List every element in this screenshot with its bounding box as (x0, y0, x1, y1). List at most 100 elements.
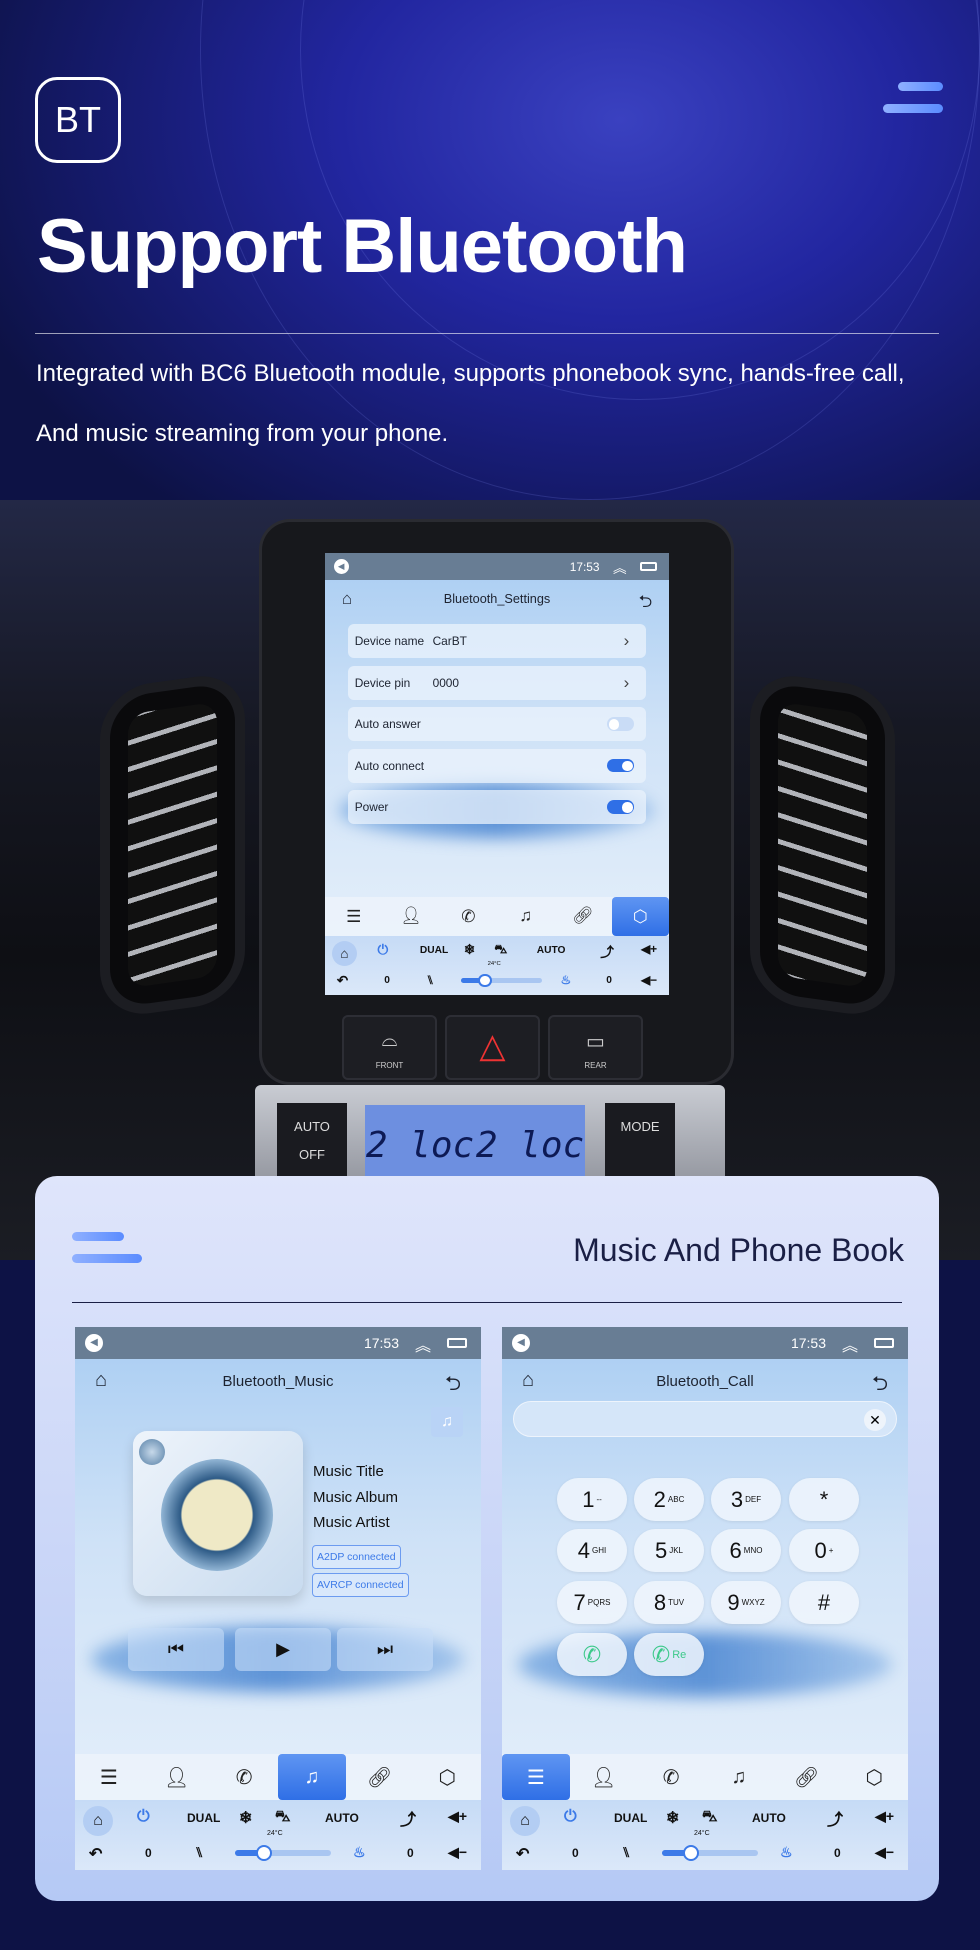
airflow-icon[interactable]: ⤴ (600, 941, 614, 961)
dual-button[interactable]: DUAL (187, 1811, 220, 1825)
home-icon[interactable]: ⌂ (510, 1806, 540, 1836)
nav-tab-link[interactable]: 🔗︎ (773, 1754, 841, 1800)
toggle-switch[interactable] (607, 758, 635, 773)
seat-heat-icon[interactable]: ♨ (561, 973, 572, 987)
back-icon[interactable]: ⮌ (872, 1369, 888, 1403)
nav-tab-apps[interactable]: ☰ (325, 897, 382, 936)
volume-up-icon[interactable]: ◀+ (875, 1808, 894, 1825)
chevron-right-icon[interactable]: › (624, 631, 630, 651)
hamburger-icon[interactable] (883, 82, 943, 126)
volume-down-icon[interactable]: ◀− (641, 973, 657, 987)
auto-button[interactable]: AUTO (325, 1811, 359, 1825)
seat-heat-icon[interactable]: ♨ (353, 1844, 366, 1861)
home-icon[interactable]: ⌂ (83, 1806, 113, 1836)
fan-speed-slider[interactable] (662, 1845, 758, 1861)
settings-row-device-pin[interactable]: Device pin 0000 › (347, 665, 647, 700)
nav-tab-link[interactable]: 🔗︎ (554, 897, 611, 936)
nav-tab-apps[interactable]: ☰ (502, 1754, 570, 1800)
airflow-icon[interactable]: ⤴ (400, 1806, 416, 1830)
call-button[interactable]: ✆ (557, 1633, 627, 1676)
fan-slider-handle[interactable] (255, 1845, 272, 1861)
nav-tab-contacts[interactable]: 👤︎ (143, 1754, 211, 1800)
auto-button[interactable]: AUTO (752, 1811, 786, 1825)
volume-down-icon[interactable]: ◀− (448, 1844, 467, 1861)
dial-key-0[interactable]: 0 + (789, 1529, 859, 1572)
power-icon[interactable]: ⏻ (378, 942, 389, 958)
dial-key-hash[interactable]: # (789, 1581, 859, 1624)
back-arrow-icon[interactable]: ↶ (516, 1844, 529, 1864)
nav-tab-link[interactable]: 🔗︎ (346, 1754, 414, 1800)
recirculation-icon[interactable]: ⛍ (702, 1808, 717, 1827)
chevron-right-icon[interactable]: › (624, 673, 630, 693)
dial-key-9[interactable]: 9 WXYZ (711, 1581, 781, 1624)
play-button[interactable]: ▶ (235, 1628, 331, 1671)
nav-tab-music[interactable]: ♫ (705, 1754, 773, 1800)
settings-row-power[interactable]: Power (347, 790, 647, 825)
nav-tab-phone[interactable]: ✆ (210, 1754, 278, 1800)
volume-down-icon[interactable]: ◀− (875, 1844, 894, 1861)
snowflake-icon[interactable]: ❄ (464, 942, 475, 958)
music-source-button[interactable]: ♫ (431, 1407, 463, 1437)
volume-icon[interactable]: ◀ (512, 1334, 530, 1352)
dual-button[interactable]: DUAL (420, 945, 448, 956)
volume-icon[interactable]: ◀ (333, 558, 349, 575)
dial-key-2[interactable]: 2 ABC (634, 1478, 704, 1521)
dual-button[interactable]: DUAL (614, 1811, 647, 1825)
fan-speed-slider[interactable] (460, 973, 542, 988)
snowflake-icon[interactable]: ❄ (666, 1808, 679, 1828)
nav-tab-contacts[interactable]: 👤︎ (382, 897, 439, 936)
volume-up-icon[interactable]: ◀+ (641, 942, 657, 956)
dial-number-input[interactable] (513, 1401, 897, 1437)
redial-button[interactable]: ✆ Re (634, 1633, 704, 1676)
nav-tab-phone[interactable]: ✆ (637, 1754, 705, 1800)
nav-tab-contacts[interactable]: 👤︎ (570, 1754, 638, 1800)
nav-tab-music[interactable]: ♫ (497, 897, 554, 936)
settings-row-auto-connect[interactable]: Auto connect (347, 748, 647, 783)
chevrons-up-icon[interactable]: ︽ (842, 1332, 858, 1356)
dial-key-star[interactable]: * (789, 1478, 859, 1521)
snowflake-icon[interactable]: ❄ (239, 1808, 252, 1828)
clear-input-icon[interactable]: ✕ (864, 1409, 886, 1431)
back-icon[interactable]: ⮌ (445, 1369, 461, 1403)
recirculation-icon[interactable]: ⛍ (494, 942, 507, 959)
nav-tab-settings[interactable]: ⬡ (413, 1754, 481, 1800)
volume-up-icon[interactable]: ◀+ (448, 1808, 467, 1825)
seat-icon[interactable]: ⑊ (427, 973, 434, 987)
settings-row-auto-answer[interactable]: Auto answer (347, 707, 647, 742)
back-arrow-icon[interactable]: ↶ (337, 973, 348, 989)
dial-key-5[interactable]: 5 JKL (634, 1529, 704, 1572)
fan-slider-handle[interactable] (682, 1845, 699, 1861)
nav-tab-music[interactable]: ♫ (278, 1754, 346, 1800)
seat-icon[interactable]: ⑊ (622, 1844, 630, 1860)
recent-apps-icon[interactable] (447, 1338, 467, 1348)
recent-apps-icon[interactable] (640, 562, 658, 571)
recent-apps-icon[interactable] (874, 1338, 894, 1348)
dial-key-6[interactable]: 6 MNO (711, 1529, 781, 1572)
recirculation-icon[interactable]: ⛍ (275, 1808, 290, 1827)
power-icon[interactable]: ⏻ (564, 1808, 577, 1826)
toggle-switch[interactable] (607, 800, 635, 814)
next-track-button[interactable]: ⏭ (337, 1628, 433, 1671)
settings-row-device-name[interactable]: Device name CarBT › (347, 624, 647, 658)
seat-icon[interactable]: ⑊ (195, 1844, 203, 1860)
airflow-icon[interactable]: ⤴ (827, 1806, 843, 1830)
dial-key-1[interactable]: 1 -- (557, 1478, 627, 1521)
fan-slider-handle[interactable] (478, 973, 492, 988)
nav-tab-phone[interactable]: ✆ (440, 897, 497, 936)
back-arrow-icon[interactable]: ↶ (89, 1844, 102, 1864)
dial-key-4[interactable]: 4 GHI (557, 1529, 627, 1572)
dial-key-7[interactable]: 7 PQRS (557, 1581, 627, 1624)
nav-tab-apps[interactable]: ☰ (75, 1754, 143, 1800)
back-icon[interactable]: ⮌ (639, 589, 653, 618)
nav-tab-settings[interactable]: ⬡ (611, 896, 669, 936)
dial-key-8[interactable]: 8 TUV (634, 1581, 704, 1624)
seat-heat-icon[interactable]: ♨ (780, 1844, 793, 1861)
chevrons-up-icon[interactable]: ︽ (613, 557, 627, 577)
previous-track-button[interactable]: ⏮ (128, 1628, 224, 1671)
auto-button[interactable]: AUTO (537, 945, 566, 956)
dial-key-3[interactable]: 3 DEF (711, 1478, 781, 1521)
toggle-switch[interactable] (607, 717, 635, 731)
power-icon[interactable]: ⏻ (137, 1808, 150, 1826)
volume-icon[interactable]: ◀ (85, 1334, 103, 1352)
chevrons-up-icon[interactable]: ︽ (415, 1332, 431, 1356)
